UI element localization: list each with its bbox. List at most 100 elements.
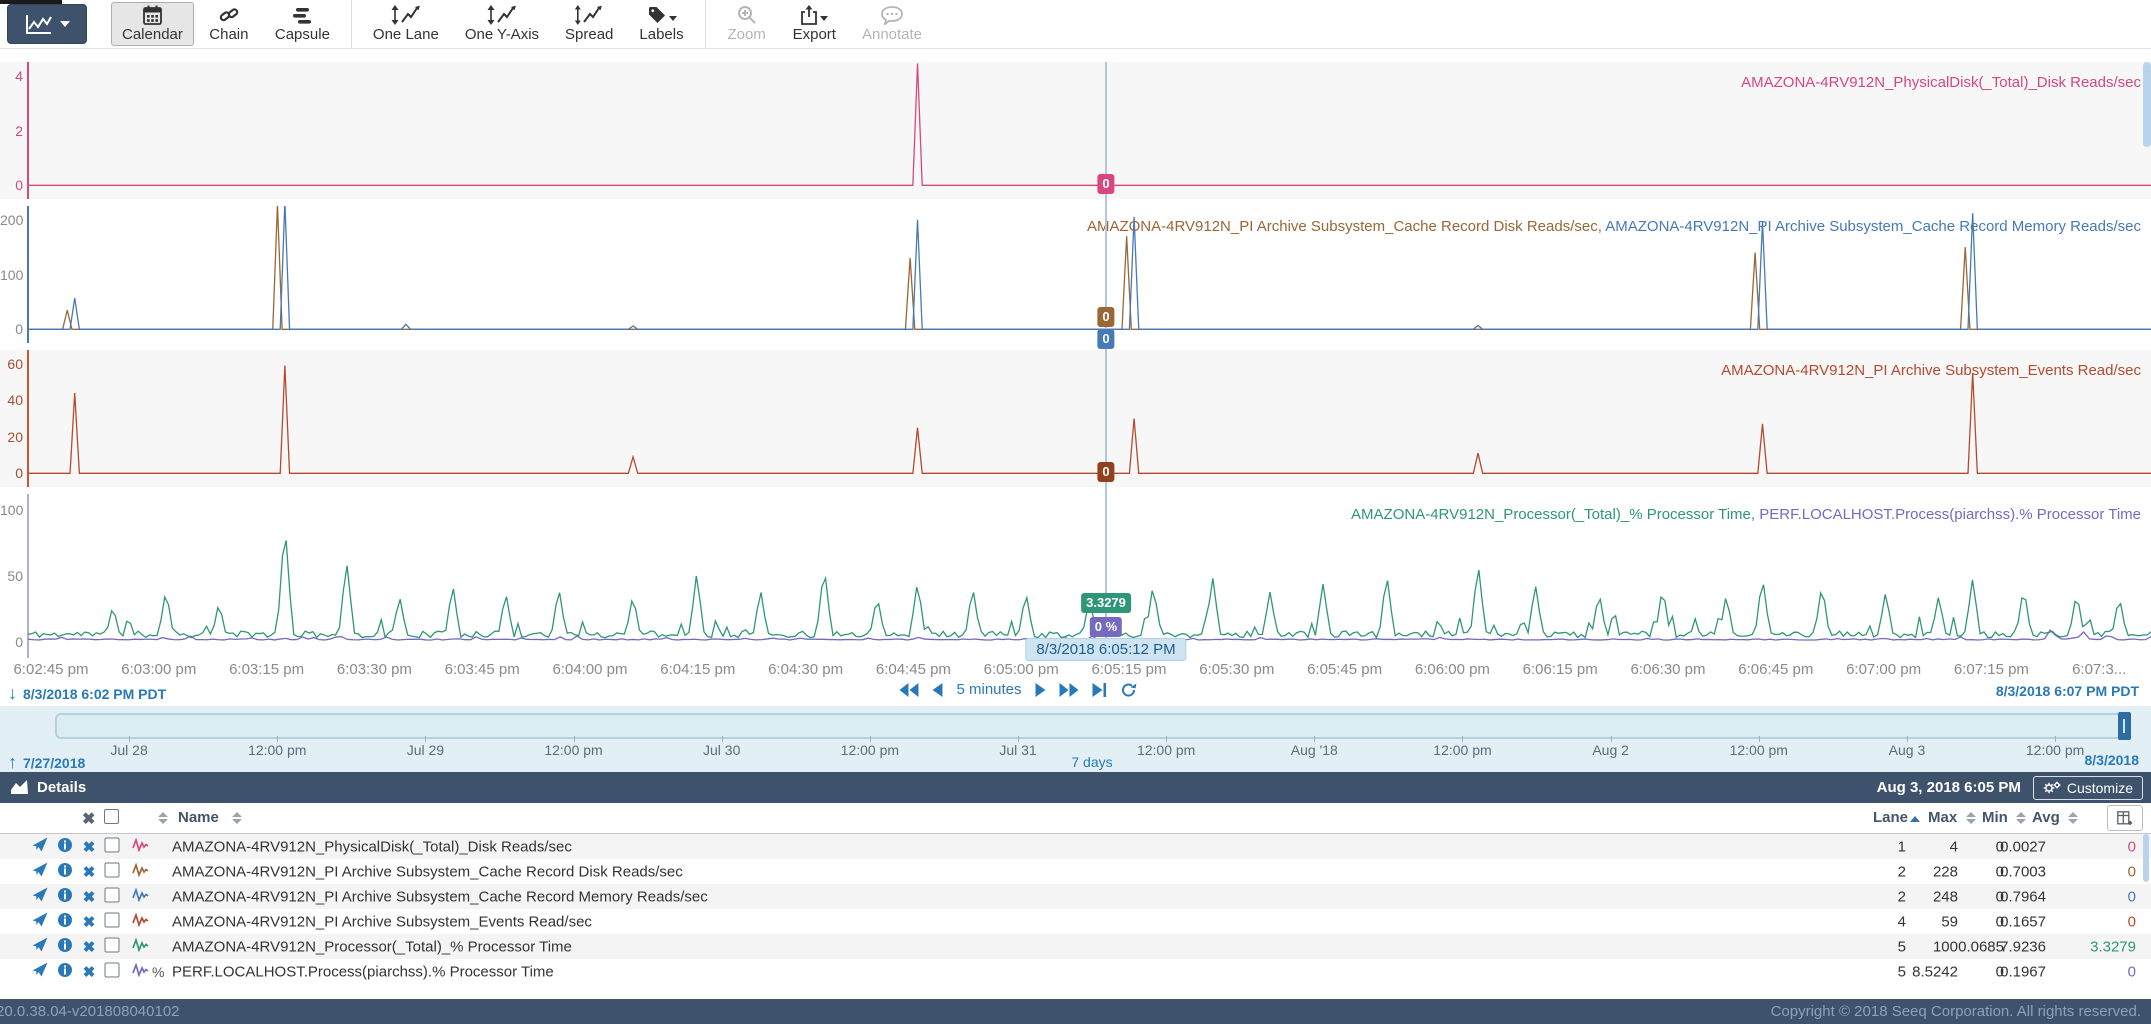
column-header-max[interactable]: Max bbox=[1928, 809, 1957, 826]
timeline-range-label[interactable]: 7 days bbox=[1071, 754, 1112, 770]
y-axis-tick-label: 40 bbox=[0, 393, 23, 407]
timeline-tick-label: 12:00 pm bbox=[1433, 742, 1491, 758]
timeline-tick-label: 12:00 pm bbox=[248, 742, 306, 758]
details-table-row[interactable]: ✖AMAZONA-4RV912N_PI Archive Subsystem_Ca… bbox=[0, 884, 2151, 909]
details-table-row[interactable]: ✖AMAZONA-4RV912N_PhysicalDisk(_Total)_Di… bbox=[0, 834, 2151, 859]
step-forward-double-button[interactable] bbox=[1060, 683, 1079, 697]
sort-icon[interactable] bbox=[232, 809, 242, 826]
send-to-icon[interactable] bbox=[33, 937, 48, 956]
remove-all-button[interactable]: ✖ bbox=[82, 809, 95, 829]
x-axis-tick-label: 6:03:15 pm bbox=[229, 661, 304, 678]
timeline-bar[interactable] bbox=[55, 713, 2130, 739]
cell-max: 248 bbox=[1933, 888, 1958, 905]
send-to-icon[interactable] bbox=[33, 862, 48, 881]
column-header-avg[interactable]: Avg bbox=[2032, 809, 2060, 826]
timeline-end-date[interactable]: 8/3/2018 bbox=[2085, 752, 2140, 768]
trend-chart-area[interactable]: 420AMAZONA-4RV912N_PhysicalDisk(_Total)_… bbox=[0, 49, 2151, 658]
trend-lane-2[interactable]: 2001000AMAZONA-4RV912N_PI Archive Subsys… bbox=[0, 206, 2151, 343]
details-table-row[interactable]: ✖AMAZONA-4RV912N_PI Archive Subsystem_Ev… bbox=[0, 909, 2151, 934]
timeline-tick-label: Jul 28 bbox=[110, 742, 147, 758]
lane-series-label: AMAZONA-4RV912N_Processor(_Total)_% Proc… bbox=[1351, 506, 2141, 523]
remove-icon[interactable]: ✖ bbox=[83, 863, 96, 881]
info-icon[interactable] bbox=[58, 862, 73, 881]
sort-icon[interactable] bbox=[1966, 809, 1976, 826]
row-checkbox[interactable] bbox=[105, 862, 120, 881]
investigate-range-start[interactable]: ↑ 7/27/2018 bbox=[8, 752, 85, 773]
sort-icon[interactable] bbox=[158, 809, 168, 826]
cursor-value-badge: 0 bbox=[1097, 462, 1114, 482]
cell-min: 0.0685 bbox=[1958, 938, 2004, 955]
display-range-start[interactable]: ↓ 8/3/2018 6:02 PM PDT bbox=[8, 683, 166, 704]
add-column-button[interactable] bbox=[2107, 805, 2143, 831]
sort-icon[interactable] bbox=[2068, 809, 2078, 826]
sort-active-icon[interactable] bbox=[1910, 809, 1920, 826]
info-icon[interactable] bbox=[58, 837, 73, 856]
select-all-checkbox[interactable] bbox=[104, 809, 119, 828]
details-table-row[interactable]: ✖% PERF.LOCALHOST.Process(piarchss).% Pro… bbox=[0, 959, 2151, 984]
info-icon[interactable] bbox=[58, 937, 73, 956]
y-axis-tick-label: 0 bbox=[0, 635, 23, 649]
duration-label[interactable]: 5 minutes bbox=[956, 681, 1021, 698]
export-button[interactable]: Export bbox=[782, 2, 847, 46]
sort-icon[interactable] bbox=[2016, 809, 2026, 826]
select-all-checkbox[interactable] bbox=[104, 809, 119, 824]
info-icon[interactable] bbox=[58, 887, 73, 906]
seeq-workbench: Calendar ChainCapsule One Lane One Y-AxisSp… bbox=[0, 0, 2151, 1024]
step-back-button[interactable] bbox=[932, 683, 942, 697]
column-header-lane[interactable]: Lane bbox=[1873, 809, 1908, 826]
display-range-end[interactable]: 8/3/2018 6:07 PM PDT bbox=[1996, 683, 2139, 699]
cell-lane: 5 bbox=[1898, 963, 1906, 980]
refresh-button[interactable] bbox=[1121, 682, 1137, 698]
spread-button[interactable]: Spread bbox=[554, 2, 624, 46]
send-to-icon[interactable] bbox=[33, 837, 48, 856]
row-checkbox[interactable] bbox=[105, 887, 120, 906]
remove-icon[interactable]: ✖ bbox=[83, 913, 96, 931]
remove-icon[interactable]: ✖ bbox=[83, 938, 96, 956]
uom-label: % bbox=[152, 964, 164, 980]
series-name: PERF.LOCALHOST.Process(piarchss).% Proce… bbox=[172, 963, 554, 980]
calendar-label: Calendar bbox=[122, 26, 183, 43]
x-axis-tick-label: 6:07:3... bbox=[2072, 661, 2126, 678]
chain-button[interactable]: Chain bbox=[198, 2, 260, 46]
details-table-row[interactable]: ✖AMAZONA-4RV912N_Processor(_Total)_% Pro… bbox=[0, 934, 2151, 959]
row-checkbox[interactable] bbox=[105, 912, 120, 931]
send-to-icon[interactable] bbox=[33, 912, 48, 931]
trend-lane-3[interactable]: 6040200AMAZONA-4RV912N_PI Archive Subsys… bbox=[0, 350, 2151, 487]
details-table-row[interactable]: ✖AMAZONA-4RV912N_PI Archive Subsystem_Ca… bbox=[0, 859, 2151, 884]
trend-lane-4[interactable]: 100500AMAZONA-4RV912N_Processor(_Total)_… bbox=[0, 494, 2151, 658]
column-header-min[interactable]: Min bbox=[1982, 809, 2008, 826]
calendar-button[interactable]: Calendar bbox=[111, 2, 194, 46]
signal-icon bbox=[132, 913, 150, 931]
row-checkbox[interactable] bbox=[105, 837, 120, 856]
row-checkbox[interactable] bbox=[105, 937, 120, 956]
step-forward-button[interactable] bbox=[1036, 683, 1046, 697]
remove-icon[interactable]: ✖ bbox=[83, 963, 96, 981]
customize-button[interactable]: Customize bbox=[2033, 776, 2143, 800]
send-to-icon[interactable] bbox=[33, 887, 48, 906]
send-to-icon[interactable] bbox=[33, 962, 48, 981]
x-axis-tick-label: 6:03:30 pm bbox=[337, 661, 412, 678]
info-icon[interactable] bbox=[58, 912, 73, 931]
remove-icon[interactable]: ✖ bbox=[83, 888, 96, 906]
step-back-double-button[interactable] bbox=[899, 683, 918, 697]
one-y-axis-button[interactable]: One Y-Axis bbox=[454, 2, 550, 46]
table-scrollbar-thumb[interactable] bbox=[2143, 834, 2149, 882]
trend-lane-1[interactable]: 420AMAZONA-4RV912N_PhysicalDisk(_Total)_… bbox=[0, 62, 2151, 199]
info-icon[interactable] bbox=[58, 962, 73, 981]
remove-icon[interactable]: ✖ bbox=[83, 838, 96, 856]
footer-bar: 20.0.38.04-v201808040102 Copyright © 201… bbox=[0, 999, 2151, 1024]
cell-cursor-value: 0 bbox=[2128, 913, 2136, 930]
chart-scrollbar-thumb[interactable] bbox=[2143, 62, 2151, 147]
timeline-tick-label: Jul 31 bbox=[999, 742, 1036, 758]
view-selector-button[interactable] bbox=[7, 4, 87, 44]
one-lane-label: One Lane bbox=[373, 26, 439, 43]
timeline-selection-handle[interactable] bbox=[2118, 712, 2131, 740]
row-checkbox[interactable] bbox=[105, 962, 120, 981]
capsule-button[interactable]: Capsule bbox=[264, 2, 341, 46]
step-to-end-button[interactable] bbox=[1093, 683, 1107, 697]
cell-avg: 0.7964 bbox=[2000, 888, 2046, 905]
column-header-name[interactable]: Name bbox=[178, 809, 219, 826]
start-datetime-label: 8/3/2018 6:02 PM PDT bbox=[23, 686, 166, 702]
labels-button[interactable]: Labels bbox=[628, 2, 694, 46]
one-lane-button[interactable]: One Lane bbox=[362, 2, 450, 46]
